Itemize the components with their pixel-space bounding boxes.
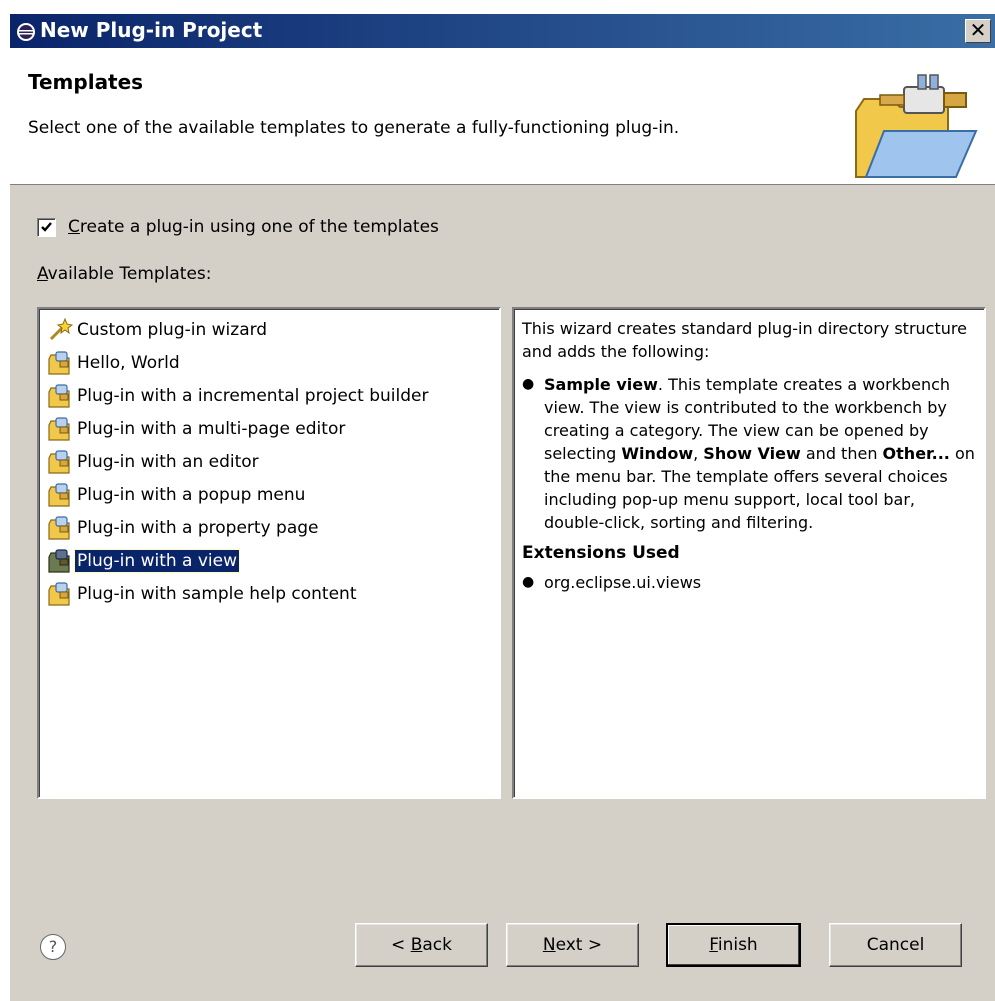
description-intro: This wizard creates standard plug-in dir… [522,319,967,361]
cropped-caption [0,0,995,14]
wizard-header: Templates Select one of the available te… [10,48,995,185]
eclipse-icon [17,23,35,41]
use-template-checkbox-row[interactable]: Create a plug-in using one of the templa… [37,214,439,240]
template-description-panel: This wizard creates standard plug-in dir… [512,307,986,799]
list-item[interactable]: Custom plug-in wizard [47,315,269,345]
wizard-icon [49,317,73,341]
extension-item: ● org.eclipse.ui.views [522,571,976,594]
page-description: Select one of the available templates to… [28,118,680,138]
checkmark-icon [41,221,52,232]
next-button[interactable]: Next > [506,923,639,967]
page-title: Templates [28,70,144,94]
templates-list[interactable]: Custom plug-in wizard Hello, World Plug-… [37,307,501,799]
list-item[interactable]: Plug-in with a popup menu [47,480,307,510]
extension-text: org.eclipse.ui.views [544,573,702,592]
use-template-checkbox[interactable] [37,217,56,237]
list-item-selected[interactable]: Plug-in with a view [47,546,241,576]
use-template-label: Create a plug-in using one of the templa… [68,217,439,237]
plugin-template-icon [48,417,70,441]
plugin-template-icon [48,549,70,573]
description-bullet-text: Sample view. This template creates a wor… [544,375,975,532]
plugin-template-icon [48,516,70,540]
finish-button[interactable]: Finish [666,923,801,967]
title-bar[interactable]: New Plug-in Project ✕ [10,14,995,48]
list-item[interactable]: Plug-in with sample help content [47,579,359,609]
list-item[interactable]: Plug-in with a property page [47,513,321,543]
plugin-template-icon [48,483,70,507]
bullet-icon: ● [522,574,535,590]
extensions-heading: Extensions Used [522,543,680,563]
plugin-folder-banner-icon [855,74,978,178]
available-templates-label: Available Templates: [37,264,212,284]
dialog-window: New Plug-in Project ✕ Templates Select o… [10,14,995,1001]
list-item[interactable]: Hello, World [47,348,182,378]
bullet-icon: ● [522,376,535,392]
help-icon[interactable]: ? [40,934,66,960]
window-title: New Plug-in Project [40,18,263,42]
plugin-template-icon [48,582,70,606]
description-bullet: ● Sample view. This template creates a w… [522,373,976,534]
close-button[interactable]: ✕ [965,19,991,43]
list-item[interactable]: Plug-in with a incremental project build… [47,381,430,411]
plugin-template-icon [48,384,70,408]
plugin-template-icon [48,351,70,375]
list-item[interactable]: Plug-in with an editor [47,447,261,477]
cancel-button[interactable]: Cancel [829,923,962,967]
back-button[interactable]: < Back [355,923,488,967]
plugin-template-icon [48,450,70,474]
close-icon: ✕ [969,18,987,42]
list-item[interactable]: Plug-in with a multi-page editor [47,414,347,444]
